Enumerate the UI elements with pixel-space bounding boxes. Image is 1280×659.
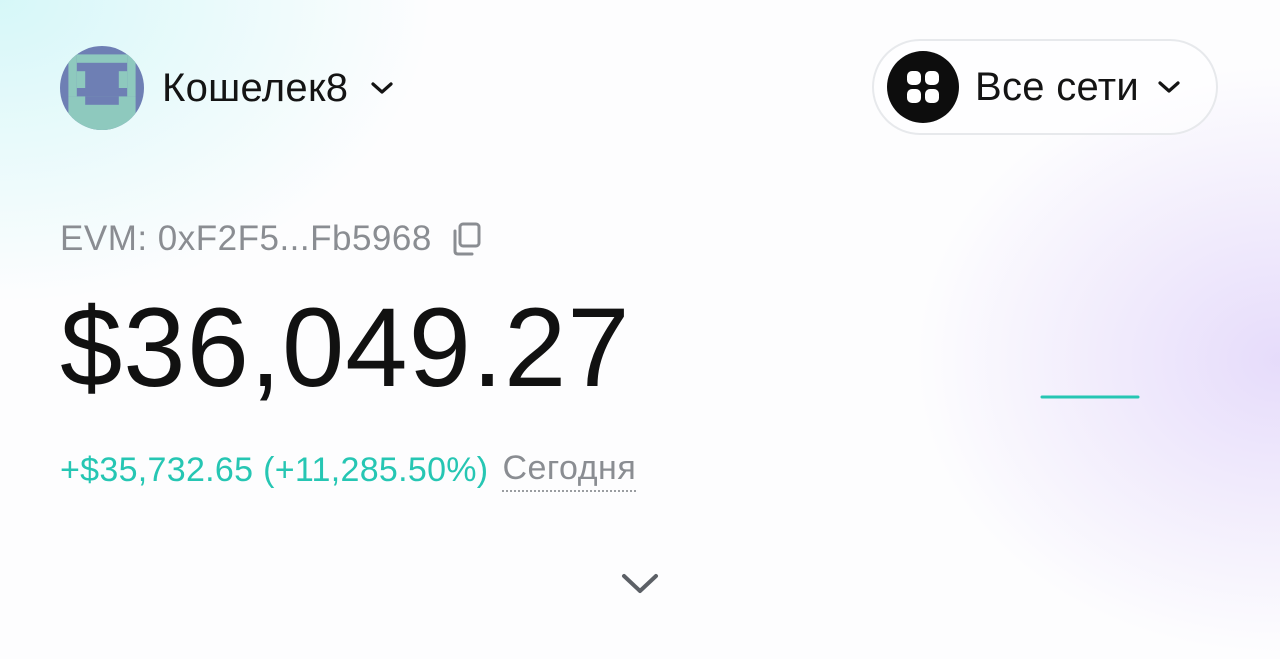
expand-chevron-icon[interactable] [618,566,662,602]
wallet-address-row: EVM: 0xF2F5...Fb5968 [60,214,482,264]
total-balance: $36,049.27 [60,285,631,410]
wallet-name: Кошелек8 [162,65,349,110]
balance-change-row: +$35,732.65 (+11,285.50%) Сегодня [60,445,637,495]
wallet-avatar-icon [60,46,144,130]
balance-sparkline [1040,395,1140,399]
network-selector-button[interactable]: Все сети [872,39,1218,135]
wallet-address: EVM: 0xF2F5...Fb5968 [60,219,432,258]
chevron-down-icon [370,80,394,96]
period-selector[interactable]: Сегодня [502,449,637,492]
copy-icon[interactable] [450,222,482,256]
balance-change: +$35,732.65 (+11,285.50%) [60,450,489,489]
chevron-down-icon [1157,79,1181,95]
wallet-selector[interactable]: Кошелек8 [60,46,394,130]
grid-icon [887,51,959,123]
network-label: Все сети [975,64,1140,109]
